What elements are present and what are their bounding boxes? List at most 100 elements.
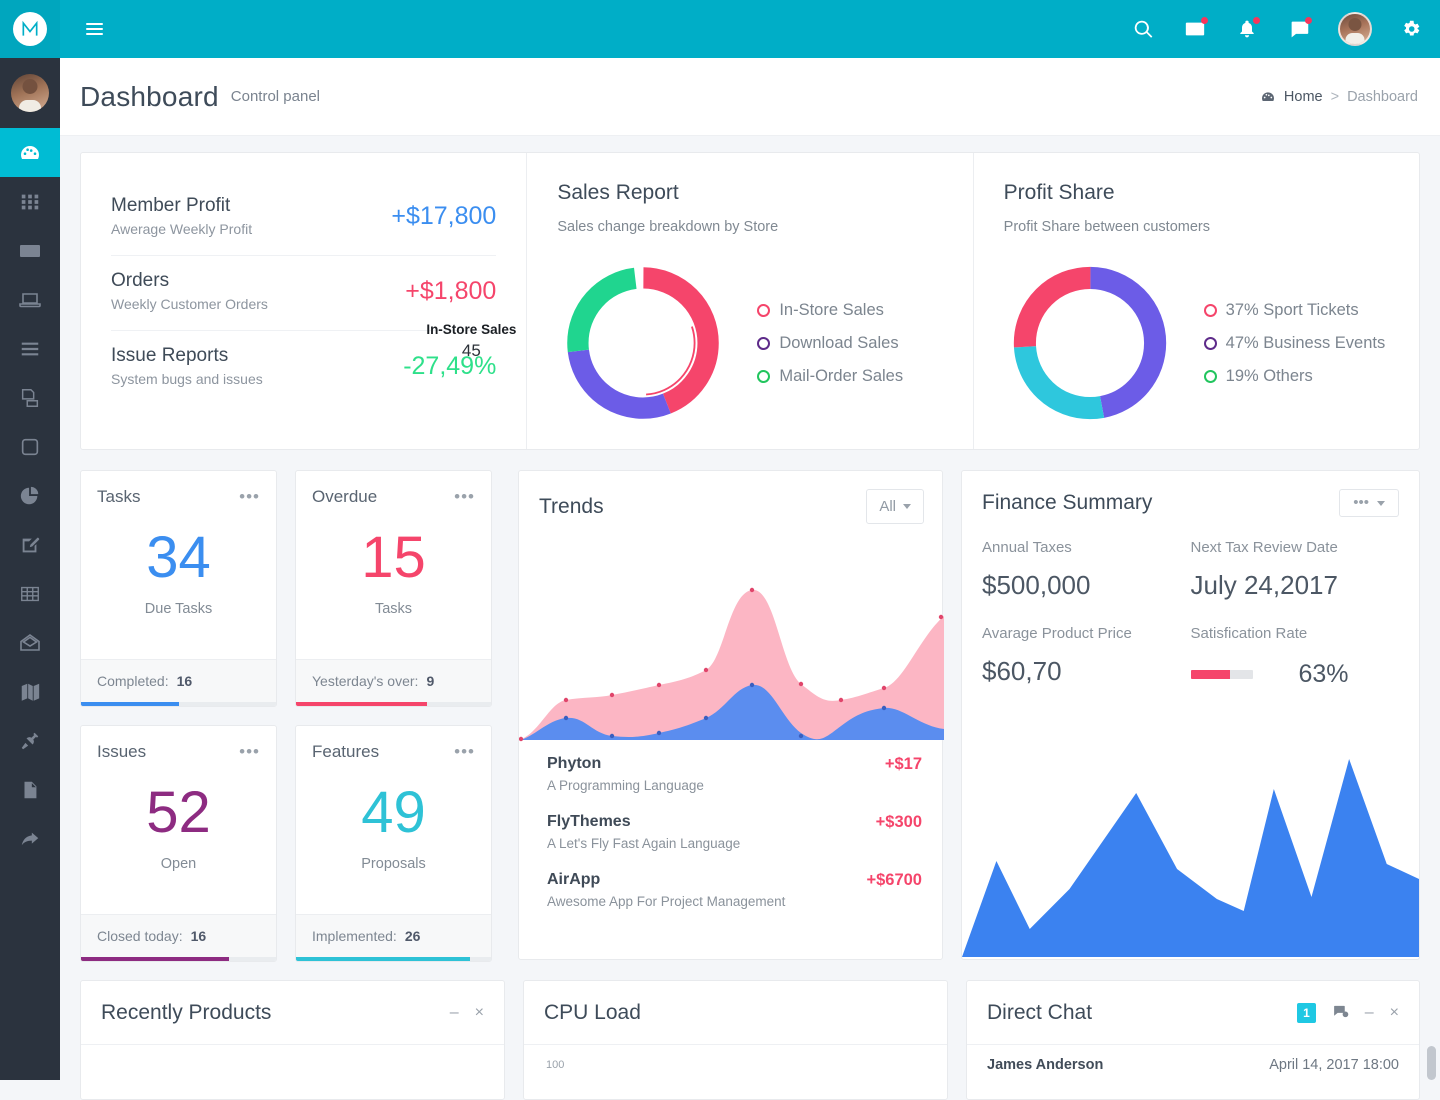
search-icon[interactable] <box>1130 16 1156 42</box>
panel-header: Direct Chat 1 – × <box>967 981 1419 1045</box>
avatar[interactable] <box>1338 12 1372 46</box>
panel-title: CPU Load <box>544 1001 641 1024</box>
sales-donut-chart <box>567 267 720 419</box>
close-icon[interactable]: × <box>475 1005 484 1021</box>
sidebar-item-docs[interactable] <box>0 765 60 814</box>
sidebar-item-components[interactable] <box>0 422 60 471</box>
trend-list-item[interactable]: Phyton A Programming Language +$17 <box>519 744 942 802</box>
legend-ring-icon <box>757 303 771 317</box>
progress-bar <box>296 702 491 706</box>
mini-foot-label: Implemented: <box>312 928 397 944</box>
stat-value: -27,49% <box>403 351 497 380</box>
more-options-icon[interactable]: ••• <box>454 488 475 505</box>
more-options-icon[interactable]: ••• <box>239 743 260 760</box>
main-content: Member Profit Awerage Weekly Profit +$17… <box>60 136 1440 1100</box>
mini-cards-grid: Tasks ••• 34 Due Tasks Completed: 16 Ove… <box>80 470 500 962</box>
trends-filter-label: All <box>879 498 896 515</box>
stat-value: +$17,800 <box>391 201 497 230</box>
direct-chat-panel: Direct Chat 1 – × James Anderson April 1… <box>966 980 1420 1100</box>
status-badge: 1 <box>1297 1003 1316 1023</box>
sales-legend: In-Store Sales Download Sales Mail-Order… <box>757 301 903 386</box>
legend-item[interactable]: 37% Sport Tickets <box>1203 300 1386 320</box>
sidebar-item-dashboard[interactable] <box>0 128 60 177</box>
open-envelope-icon <box>20 633 40 651</box>
sidebar-item-devices[interactable] <box>0 275 60 324</box>
breadcrumb: Home > Dashboard <box>1260 89 1418 105</box>
stat-row: Member Profit Awerage Weekly Profit +$17… <box>111 181 496 255</box>
navbar-actions <box>1130 12 1440 46</box>
trends-panel: Trends All Phyton A Programming Language… <box>518 470 944 960</box>
legend-item[interactable]: Mail-Order Sales <box>757 367 903 386</box>
more-options-icon[interactable]: ••• <box>239 488 260 505</box>
stat-name: Issue Reports <box>111 345 229 366</box>
file-icon <box>24 781 37 798</box>
finance-grid: Annual Taxes $500,000 Next Tax Review Da… <box>962 517 1419 713</box>
legend-label: Download Sales <box>779 333 899 352</box>
logo-circle-icon <box>13 12 47 46</box>
mini-card-header: Features ••• <box>296 726 491 762</box>
gear-icon[interactable] <box>1398 16 1424 42</box>
sidebar-item-charts[interactable] <box>0 471 60 520</box>
sidebar-item-maps[interactable] <box>0 667 60 716</box>
close-icon[interactable]: × <box>1390 1005 1399 1021</box>
trends-filter-button[interactable]: All <box>866 489 924 524</box>
grid-icon <box>21 194 39 209</box>
finance-options-button[interactable]: ••• <box>1339 489 1399 517</box>
legend-label: 19% Others <box>1225 366 1313 385</box>
trend-list-item[interactable]: AirApp Awesome App For Project Managemen… <box>519 860 942 918</box>
sidebar-item-tables[interactable] <box>0 569 60 618</box>
bell-badge-dot <box>1253 17 1260 24</box>
legend-item[interactable]: In-Store Sales <box>757 301 903 320</box>
stat-row: Orders Weekly Customer Orders +$1,800 <box>111 255 497 330</box>
stat-desc: Weekly Customer Orders <box>111 296 268 312</box>
sidebar-item-pages[interactable] <box>0 373 60 422</box>
brand-logo[interactable] <box>0 0 60 58</box>
panel-title: Direct Chat <box>987 1001 1093 1024</box>
panel-title: Trends <box>539 494 604 518</box>
chat-icon[interactable] <box>1286 16 1312 42</box>
satisfaction-progress-bar <box>1190 670 1253 679</box>
chat-icon[interactable] <box>1332 1003 1349 1024</box>
sidebar-item-forms[interactable] <box>0 520 60 569</box>
legend-ring-icon <box>1203 369 1217 383</box>
trend-list-item[interactable]: FlyThemes A Let's Fly Fast Again Languag… <box>519 802 942 860</box>
legend-ring-icon <box>757 336 771 350</box>
mini-card-title: Tasks <box>97 487 141 506</box>
more-options-icon[interactable]: ••• <box>454 743 475 760</box>
bars-icon <box>21 342 39 355</box>
trends-header: Trends All <box>519 471 942 524</box>
mini-foot-label: Closed today: <box>97 928 183 944</box>
sidebar-item-inbox[interactable] <box>0 618 60 667</box>
legend-label: 37% Sport Tickets <box>1225 300 1359 319</box>
sidebar-item-grid[interactable] <box>0 177 60 226</box>
sidebar-avatar-wrap[interactable] <box>0 58 60 128</box>
page-scrollbar[interactable] <box>1427 1046 1436 1080</box>
bell-icon[interactable] <box>1234 16 1260 42</box>
sidebar-item-list[interactable] <box>0 324 60 373</box>
minimize-icon[interactable]: – <box>450 1005 459 1021</box>
edit-icon <box>22 536 40 552</box>
panel-header: Recently Products – × <box>81 981 504 1045</box>
mini-card-label: Proposals <box>361 856 426 872</box>
dashboard-icon <box>21 145 39 159</box>
minimize-icon[interactable]: – <box>1365 1005 1374 1021</box>
sidebar-item-mail[interactable] <box>0 226 60 275</box>
bottom-row: Recently Products – × CPU Load 100 Direc… <box>80 980 1420 1100</box>
legend-item[interactable]: Download Sales <box>757 334 903 353</box>
trend-name: FlyThemes <box>547 813 631 830</box>
mini-foot-value: 16 <box>190 928 207 944</box>
chat-message-header: James Anderson April 14, 2017 18:00 <box>967 1045 1419 1073</box>
chat-timestamp: April 14, 2017 18:00 <box>1269 1057 1399 1073</box>
envelope-icon[interactable] <box>1182 16 1208 42</box>
legend-item[interactable]: 47% Business Events <box>1203 334 1385 353</box>
metrics-row: Tasks ••• 34 Due Tasks Completed: 16 Ove… <box>80 470 1420 962</box>
chevron-down-icon <box>903 504 911 509</box>
sidebar-item-share[interactable] <box>0 814 60 863</box>
breadcrumb-home-link[interactable]: Home <box>1284 89 1323 105</box>
top-navbar <box>0 0 1440 58</box>
sidebar-item-plugins[interactable] <box>0 716 60 765</box>
legend-item[interactable]: 19% Others <box>1203 366 1386 386</box>
trend-name: AirApp <box>547 871 601 888</box>
menu-toggle-button[interactable] <box>86 23 103 35</box>
progress-bar <box>296 957 491 961</box>
